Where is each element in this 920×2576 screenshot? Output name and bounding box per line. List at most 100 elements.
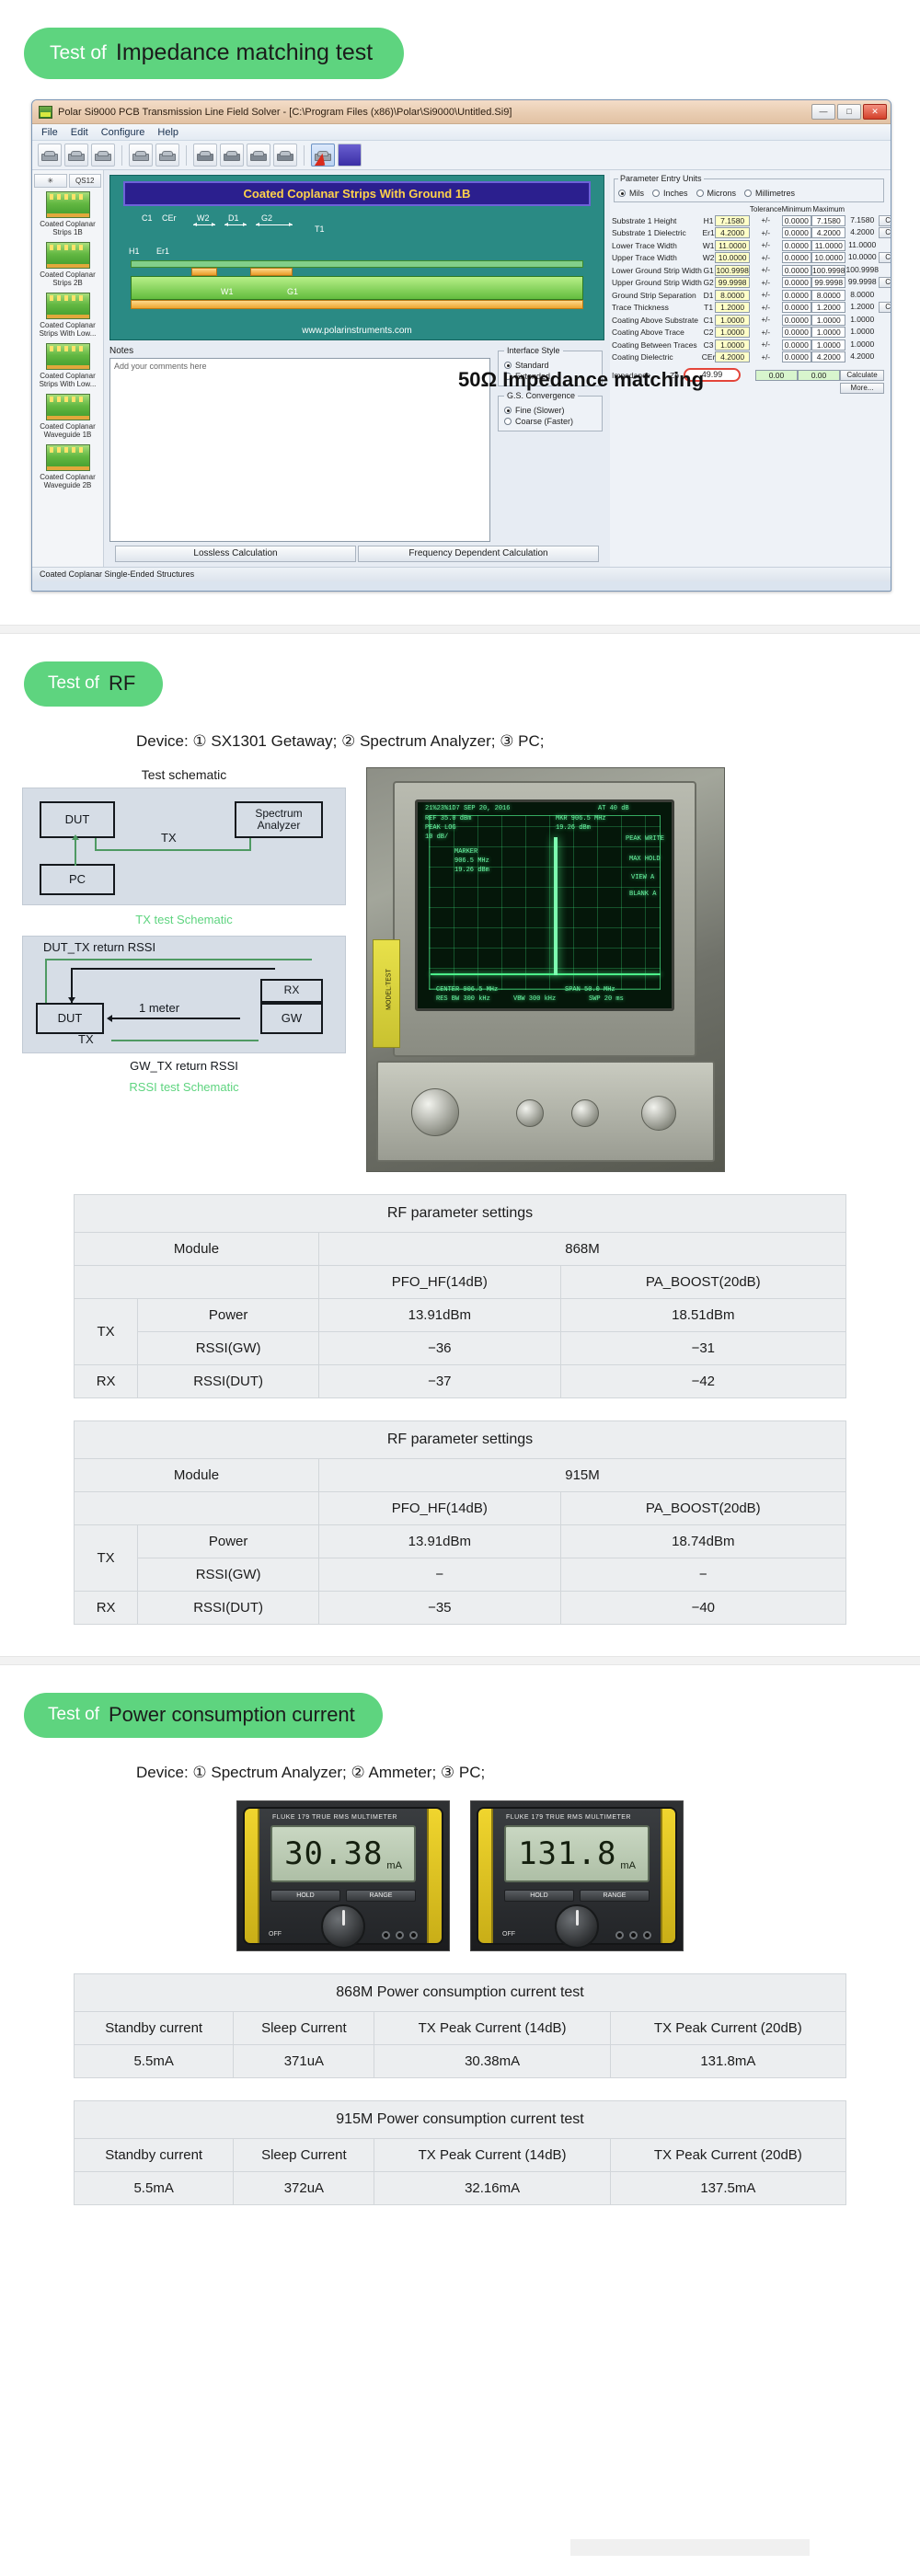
- toolbar-icon-stripline-2[interactable]: [155, 144, 179, 167]
- param-minimum-input[interactable]: 0.0000: [781, 339, 812, 351]
- param-calculate-button[interactable]: Calculate: [878, 214, 891, 226]
- meter-range-button[interactable]: RANGE: [580, 1890, 650, 1902]
- toolbar-icon-microstrip-3[interactable]: [91, 144, 115, 167]
- meter-jack-1[interactable]: [615, 1931, 624, 1939]
- param-value-input[interactable]: 11.0000: [715, 239, 750, 251]
- param-minimum-input[interactable]: 0.0000: [781, 327, 812, 339]
- menu-file[interactable]: File: [41, 127, 58, 138]
- tab-frequency-dependent-calculation[interactable]: Frequency Dependent Calculation: [358, 546, 599, 562]
- diagram-label-g2: G2: [261, 213, 273, 223]
- param-value-input[interactable]: 1.0000: [715, 314, 750, 326]
- param-minimum-input[interactable]: 0.0000: [781, 302, 812, 314]
- param-low-input[interactable]: 4.2000: [811, 227, 846, 239]
- param-low-input[interactable]: 1.2000: [811, 302, 846, 314]
- gs-option-fine[interactable]: Fine (Slower): [504, 406, 596, 415]
- list-item[interactable]: Coated Coplanar Strips 2B: [34, 242, 101, 287]
- meter-hold-button[interactable]: HOLD: [504, 1890, 574, 1902]
- param-low-input[interactable]: 100.9998: [811, 264, 846, 276]
- toolbar-icon-table-selected[interactable]: [311, 144, 335, 167]
- unit-option-microns[interactable]: Microns: [696, 189, 736, 198]
- list-item[interactable]: Coated Coplanar Waveguide 2B: [34, 444, 101, 489]
- more-button[interactable]: More...: [840, 382, 884, 394]
- unit-option-mils[interactable]: Mils: [618, 189, 644, 198]
- toolbar-icon-microstrip-1[interactable]: [38, 144, 62, 167]
- param-value-input[interactable]: 1.0000: [715, 327, 750, 339]
- rssi-test-schematic: DUT_TX return RSSI DUT RX GW 1 meter TX: [22, 936, 346, 1053]
- param-low-input[interactable]: 4.2000: [811, 351, 846, 363]
- meter-rotary-dial[interactable]: [321, 1904, 365, 1949]
- param-calculate-button[interactable]: Calculate: [878, 252, 891, 264]
- meter-rotary-dial[interactable]: [555, 1904, 599, 1949]
- meter-jack-3[interactable]: [643, 1931, 651, 1939]
- param-value-input[interactable]: 7.1580: [715, 214, 750, 226]
- param-minimum-input[interactable]: 0.0000: [781, 239, 812, 251]
- gs-option-coarse[interactable]: Coarse (Faster): [504, 417, 596, 426]
- meter-jack-2[interactable]: [629, 1931, 638, 1939]
- param-minimum-input[interactable]: 0.0000: [781, 252, 812, 264]
- param-value-input[interactable]: 1.0000: [715, 339, 750, 351]
- menu-edit[interactable]: Edit: [71, 127, 88, 138]
- list-item[interactable]: Coated Coplanar Strips 1B: [34, 191, 101, 236]
- toolbar-icon-coplanar-1[interactable]: [193, 144, 217, 167]
- param-low-input[interactable]: 1.0000: [811, 314, 846, 326]
- param-value-input[interactable]: 4.2000: [715, 351, 750, 363]
- param-minimum-input[interactable]: 0.0000: [781, 314, 812, 326]
- list-item[interactable]: Coated Coplanar Waveguide 1B: [34, 394, 101, 439]
- list-item[interactable]: Coated Coplanar Strips With Low...: [34, 293, 101, 338]
- structure-toolbar-button-star[interactable]: ✳: [34, 174, 67, 188]
- menu-configure[interactable]: Configure: [101, 127, 145, 138]
- analyzer-knob-small-1[interactable]: [516, 1099, 544, 1127]
- unit-option-millimetres[interactable]: Millimetres: [744, 189, 795, 198]
- minimize-button[interactable]: —: [811, 104, 835, 120]
- menu-help[interactable]: Help: [157, 127, 178, 138]
- param-low-input[interactable]: 7.1580: [811, 214, 846, 226]
- param-low-input[interactable]: 1.0000: [811, 327, 846, 339]
- param-calculate-button[interactable]: Calculate: [878, 227, 891, 239]
- param-value-input[interactable]: 1.2000: [715, 302, 750, 314]
- param-low-input[interactable]: 99.9998: [811, 277, 846, 289]
- param-minimum-input[interactable]: 0.0000: [781, 214, 812, 226]
- param-low-input[interactable]: 1.0000: [811, 339, 846, 351]
- analyzer-knob-small-3[interactable]: [641, 1096, 676, 1131]
- close-button[interactable]: ✕: [863, 104, 887, 120]
- meter-hold-button[interactable]: HOLD: [270, 1890, 340, 1902]
- toolbar-icon-coplanar-3[interactable]: [247, 144, 270, 167]
- tab-lossless-calculation[interactable]: Lossless Calculation: [115, 546, 356, 562]
- param-value-input[interactable]: 10.0000: [715, 252, 750, 264]
- param-calculate-button[interactable]: Calculate: [878, 277, 891, 289]
- meter-trim-left: [478, 1809, 493, 1943]
- param-value-input[interactable]: 4.2000: [715, 227, 750, 239]
- meter-jack-1[interactable]: [382, 1931, 390, 1939]
- impedance-calculate-button[interactable]: Calculate: [840, 369, 884, 381]
- parameter-row: Lower Ground Strip Width G1 100.9998 +/- 0.0…: [612, 264, 891, 277]
- param-low-input[interactable]: 10.0000: [811, 252, 846, 264]
- maximize-button[interactable]: □: [837, 104, 861, 120]
- analyzer-knob-large[interactable]: [411, 1088, 459, 1136]
- list-item[interactable]: Coated Coplanar Strips With Low...: [34, 343, 101, 388]
- meter-range-button[interactable]: RANGE: [346, 1890, 416, 1902]
- param-low-input[interactable]: 11.0000: [811, 239, 846, 251]
- unit-option-inches[interactable]: Inches: [652, 189, 688, 198]
- toolbar-icon-microstrip-2[interactable]: [64, 144, 88, 167]
- notes-input[interactable]: Add your comments here: [109, 358, 490, 542]
- meter-jack-2[interactable]: [396, 1931, 404, 1939]
- screen-line-peaklog: PEAK LOG: [425, 824, 456, 832]
- param-minimum-input[interactable]: 0.0000: [781, 277, 812, 289]
- param-value-input[interactable]: 8.0000: [715, 289, 750, 301]
- param-minimum-input[interactable]: 0.0000: [781, 227, 812, 239]
- param-value-input[interactable]: 100.9998: [715, 264, 750, 276]
- param-minimum-input[interactable]: 0.0000: [781, 289, 812, 301]
- param-minimum-input[interactable]: 0.0000: [781, 351, 812, 363]
- analyzer-knob-small-2[interactable]: [571, 1099, 599, 1127]
- toolbar-icon-graph[interactable]: [338, 144, 362, 167]
- structure-toolbar-button-qs12[interactable]: QS12: [68, 174, 101, 188]
- toolbar-icon-coplanar-4[interactable]: [273, 144, 297, 167]
- param-calculate-button[interactable]: Calculate: [878, 302, 891, 314]
- meter-jack-3[interactable]: [409, 1931, 418, 1939]
- param-low-input[interactable]: 8.0000: [811, 289, 846, 301]
- param-minimum-input[interactable]: 0.0000: [781, 264, 812, 276]
- structure-list[interactable]: ✳ QS12 Coated Coplanar Strips 1B Coated …: [32, 170, 104, 567]
- toolbar-icon-stripline-1[interactable]: [129, 144, 153, 167]
- toolbar-icon-coplanar-2[interactable]: [220, 144, 244, 167]
- param-value-input[interactable]: 99.9998: [715, 277, 750, 289]
